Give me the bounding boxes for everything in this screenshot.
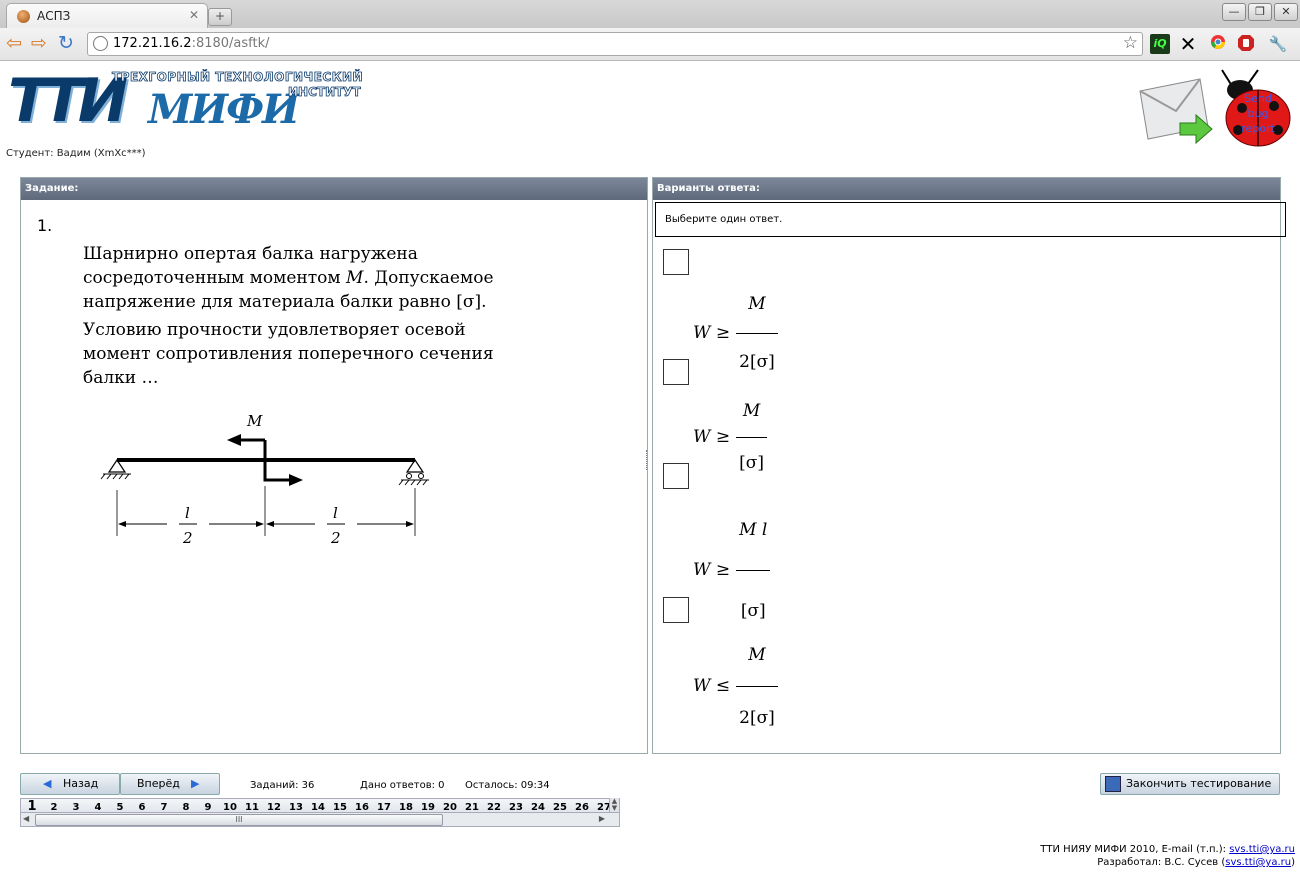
answer-hint: Выберите один ответ. [655,202,1286,237]
question-number: 1. [37,216,53,235]
task-panel: Задание: 1. Шарнирно опертая балка нагру… [20,177,648,754]
pager-vscroll[interactable]: ▲ ▼ [609,798,619,812]
institute-logo: ТТИ МИФИ ТРЕХГОРНЫЙ ТЕХНОЛОГИЧЕСКИЙ ИНСТ… [8,66,368,150]
answered-count: Дано ответов: 0 [360,780,445,791]
forward-button[interactable]: Вперёд ▶ [120,773,220,795]
finish-test-label: Закончить тестирование [1126,777,1272,790]
footer-email-link-2[interactable]: svs.tti@ya.ru [1225,857,1291,868]
back-button[interactable]: ◀ Назад [20,773,120,795]
scroll-right-icon[interactable]: ▶ [599,814,605,823]
back-button-label: Назад [63,777,99,790]
panel-splitter[interactable] [646,450,651,470]
bug-report-icon[interactable]: Send bug report [1214,68,1294,148]
svg-text:Send: Send [1244,92,1272,105]
stop-extension-icon[interactable] [1236,34,1256,54]
answer-formula-2: W ≥ M [σ] [693,386,787,473]
answers-panel-title: Варианты ответа: [653,178,1280,200]
question-text: Шарнирно опертая балка нагружена сосредо… [83,244,494,388]
answers-panel: Варианты ответа: Выберите один ответ. W … [652,177,1286,754]
favicon-icon [17,10,30,23]
dim-l-right: l [333,504,338,522]
forward-button-label: Вперёд [137,777,180,790]
back-icon[interactable]: ⇦ [6,33,22,53]
answer-formula-3: W ≥ M l [σ] [693,490,785,621]
answer-checkbox-4[interactable] [663,597,689,623]
chrome-extension-icon[interactable] [1208,34,1228,54]
wrench-icon[interactable]: 🔧 [1268,34,1288,54]
restore-button[interactable]: ❐ [1248,3,1272,21]
logo-caption-1: ТРЕХГОРНЫЙ ТЕХНОЛОГИЧЕСКИЙ [112,70,364,85]
student-info: Студент: Вадим (XmXc***) [6,148,146,159]
footer-email-link-1[interactable]: svs.tti@ya.ru [1229,844,1295,855]
globe-icon [93,36,108,51]
browser-tab[interactable]: АСПЗ ✕ [6,3,208,29]
moment-label: M [246,412,263,430]
dim-2-left: 2 [182,529,193,547]
forward-icon[interactable]: ⇨ [31,33,47,53]
dim-2-right: 2 [330,529,341,547]
reload-icon[interactable]: ↻ [58,33,74,53]
answer-checkbox-3[interactable] [663,463,689,489]
beam-diagram: M l 2 l 2 [100,412,429,547]
address-bar[interactable]: 172.21.16.2:8180/asftk/ ☆ [87,32,1143,56]
floppy-disk-icon [1105,776,1121,792]
logo-caption-2: ИНСТИТУТ [288,85,362,100]
answer-checkbox-1[interactable] [663,249,689,275]
browser-tabbar: АСПЗ ✕ + — ❐ ✕ [0,0,1300,29]
answer-formula-4: W ≤ M 2[σ] [693,624,807,728]
bookmark-star-icon[interactable]: ☆ [1123,33,1138,53]
answer-formula-1: W ≥ M 2[σ] [693,276,805,372]
svg-text:report: report [1241,122,1275,135]
finish-test-button[interactable]: Закончить тестирование [1100,773,1280,795]
arrow-left-icon: ◀ [43,777,52,790]
logo-tti: ТТИ [8,66,128,136]
footer-line-1: ТТИ НИЯУ МИФИ 2010, E-mail (т.п.): svs.t… [1040,844,1295,855]
minimize-button[interactable]: — [1222,3,1246,21]
pager-hscroll[interactable]: ◀ III ▶ [20,812,620,827]
dim-l-left: l [185,504,190,522]
answer-checkbox-2[interactable] [663,359,689,385]
browser-toolbar: ⇦ ⇨ ↻ 172.21.16.2:8180/asftk/ ☆ iQ ✕ 🔧 [0,28,1300,61]
arrow-right-icon: ▶ [191,777,200,790]
mail-envelope-icon[interactable] [1138,77,1213,145]
tab-title: АСПЗ [37,9,71,23]
scroll-thumb[interactable]: III [35,814,443,826]
time-remaining: Осталось: 09:34 [465,780,550,791]
new-tab-button[interactable]: + [208,8,232,26]
window-close-button[interactable]: ✕ [1274,3,1298,21]
footer-line-2: Разработал: В.С. Сусев (svs.tti@ya.ru) [1097,857,1295,868]
logo-mifi: МИФИ [148,86,300,133]
tab-close-icon[interactable]: ✕ [189,8,199,22]
iq-extension-icon[interactable]: iQ [1150,34,1170,54]
tasks-count: Заданий: 36 [250,780,315,791]
url-text: 172.21.16.2:8180/asftk/ [113,36,270,51]
question-body: Шарнирно опертая балка нагружена сосредо… [61,238,538,586]
x-extension-icon[interactable]: ✕ [1178,34,1198,54]
scroll-left-icon[interactable]: ◀ [23,814,29,823]
svg-text:bug: bug [1248,107,1269,120]
task-panel-title: Задание: [21,178,647,200]
